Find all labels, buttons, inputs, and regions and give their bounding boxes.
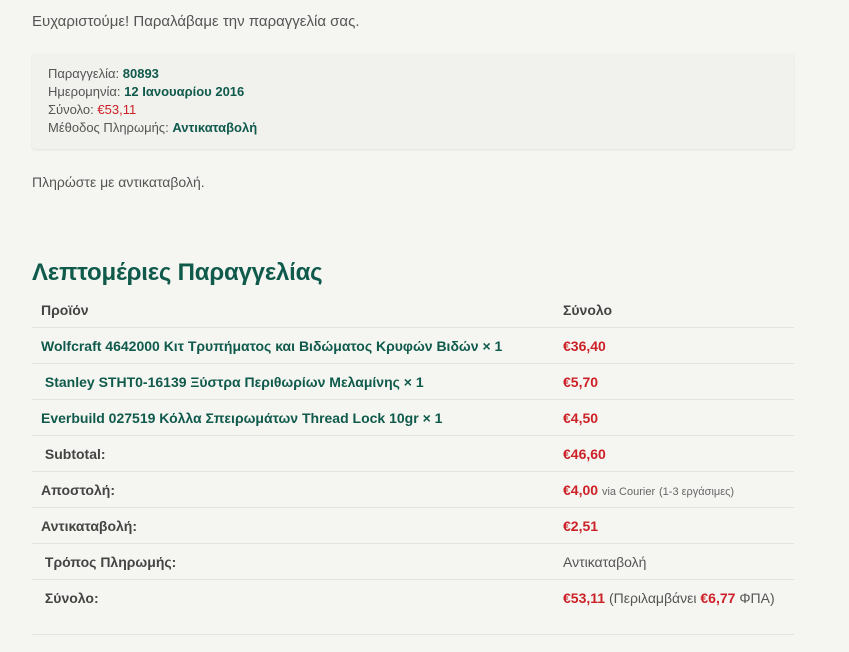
product-cell: Stanley STHT0-16139 Ξύστρα Περιθωρίων Με… — [32, 363, 554, 400]
payment-method-value: Αντικαταβολή — [172, 120, 258, 135]
order-total-row: Σύνολο: €53,11 (Περιλαμβάνει €6,77 ΦΠΑ) — [32, 579, 794, 615]
order-total-label: Σύνολο: — [48, 102, 94, 117]
product-cell: Wolfcraft 4642000 Κιτ Τρυπήματος και Βιδ… — [32, 327, 554, 364]
line-total-cell: €36,40 — [554, 327, 794, 364]
product-quantity: × 1 — [482, 337, 503, 354]
shipping-method: via Courier — [601, 485, 656, 498]
cod-fee-value-cell: €2,51 — [554, 507, 794, 544]
cod-fee-label: Αντικαταβολή: — [32, 507, 554, 544]
shipping-value-cell: €4,00 via Courier (1-3 εργάσιμες) — [554, 471, 794, 508]
cod-fee-row: Αντικαταβολή: €2,51 — [32, 507, 794, 544]
product-quantity: × 1 — [422, 409, 443, 426]
order-overview-box: Παραγγελία: 80893 Ημερομηνία: 12 Ιανουαρ… — [32, 53, 794, 149]
overview-date: Ημερομηνία: 12 Ιανουαρίου 2016 — [48, 83, 257, 101]
product-link[interactable]: Wolfcraft 4642000 Κιτ Τρυπήματος και Βιδ… — [41, 338, 502, 354]
shipping-label: Αποστολή: — [32, 471, 554, 508]
product-link[interactable]: Stanley STHT0-16139 Ξύστρα Περιθωρίων Με… — [41, 374, 424, 390]
total-column-header: Σύνολο — [563, 301, 613, 318]
line-total-cell: €5,70 — [554, 363, 794, 400]
order-details-heading: Λεπτομέριες Παραγγελίας — [32, 259, 323, 286]
product-quantity: × 1 — [403, 373, 424, 390]
subtotal-label: Subtotal: — [32, 435, 554, 472]
table-row: Wolfcraft 4642000 Κιτ Τρυπήματος και Βιδ… — [32, 327, 794, 364]
order-total-value: €53,11 — [97, 102, 137, 117]
thank-you-message: Ευχαριστούμε! Παραλάβαμε την παραγγελία … — [32, 13, 360, 30]
line-total: €4,50 — [563, 409, 599, 426]
overview-payment-method: Μέθοδος Πληρωμής: Αντικαταβολή — [48, 119, 257, 137]
order-total-row-label: Σύνολο: — [32, 579, 554, 615]
shipping-time-note: (1-3 εργάσιμες) — [659, 485, 735, 498]
order-received-page: Ευχαριστούμε! Παραλάβαμε την παραγγελία … — [0, 0, 849, 652]
table-row: Everbuild 027519 Κόλλα Σπειρωμάτων Threa… — [32, 399, 794, 436]
table-bottom-divider — [32, 634, 794, 635]
payment-method-label: Μέθοδος Πληρωμής: — [48, 120, 169, 135]
grand-total-value: €53,11 — [563, 589, 606, 606]
order-date-label: Ημερομηνία: — [48, 84, 121, 99]
payment-method-row-label: Τρόπος Πληρωμής: — [32, 543, 554, 580]
payment-instructions: Πληρώστε με αντικαταβολή. — [32, 174, 205, 190]
line-total: €36,40 — [563, 337, 606, 354]
line-total-cell: €4,50 — [554, 399, 794, 436]
shipping-value: €4,00 — [563, 481, 599, 498]
product-column-header: Προϊόν — [41, 301, 89, 318]
overview-total: Σύνολο: €53,11 — [48, 101, 257, 119]
order-total-row-value-cell: €53,11 (Περιλαμβάνει €6,77 ΦΠΑ) — [554, 579, 794, 615]
order-overview-list: Παραγγελία: 80893 Ημερομηνία: 12 Ιανουαρ… — [48, 65, 257, 137]
product-link[interactable]: Everbuild 027519 Κόλλα Σπειρωμάτων Threa… — [41, 410, 442, 426]
shipping-row: Αποστολή: €4,00 via Courier (1-3 εργάσιμ… — [32, 471, 794, 508]
payment-method-row-value: Αντικαταβολή — [554, 543, 794, 580]
subtotal-value-cell: €46,60 — [554, 435, 794, 472]
overview-order-number: Παραγγελία: 80893 — [48, 65, 257, 83]
table-header-row: Προϊόν Σύνολο — [32, 292, 794, 328]
subtotal-row: Subtotal: €46,60 — [32, 435, 794, 472]
order-date-value: 12 Ιανουαρίου 2016 — [124, 84, 245, 99]
payment-method-row: Τρόπος Πληρωμής: Αντικαταβολή — [32, 543, 794, 580]
tax-value: €6,77 — [700, 589, 736, 606]
order-details-table: Προϊόν Σύνολο Wolfcraft 4642000 Κιτ Τρυπ… — [32, 292, 794, 615]
tax-prefix: (Περιλαμβάνει — [608, 589, 697, 606]
cod-fee-value: €2,51 — [563, 517, 599, 534]
table-row: Stanley STHT0-16139 Ξύστρα Περιθωρίων Με… — [32, 363, 794, 400]
subtotal-value: €46,60 — [563, 445, 606, 462]
line-total: €5,70 — [563, 373, 599, 390]
tax-suffix: ΦΠΑ) — [739, 589, 775, 606]
product-cell: Everbuild 027519 Κόλλα Σπειρωμάτων Threa… — [32, 399, 554, 436]
order-number-value: 80893 — [122, 66, 159, 81]
order-number-label: Παραγγελία: — [48, 66, 120, 81]
